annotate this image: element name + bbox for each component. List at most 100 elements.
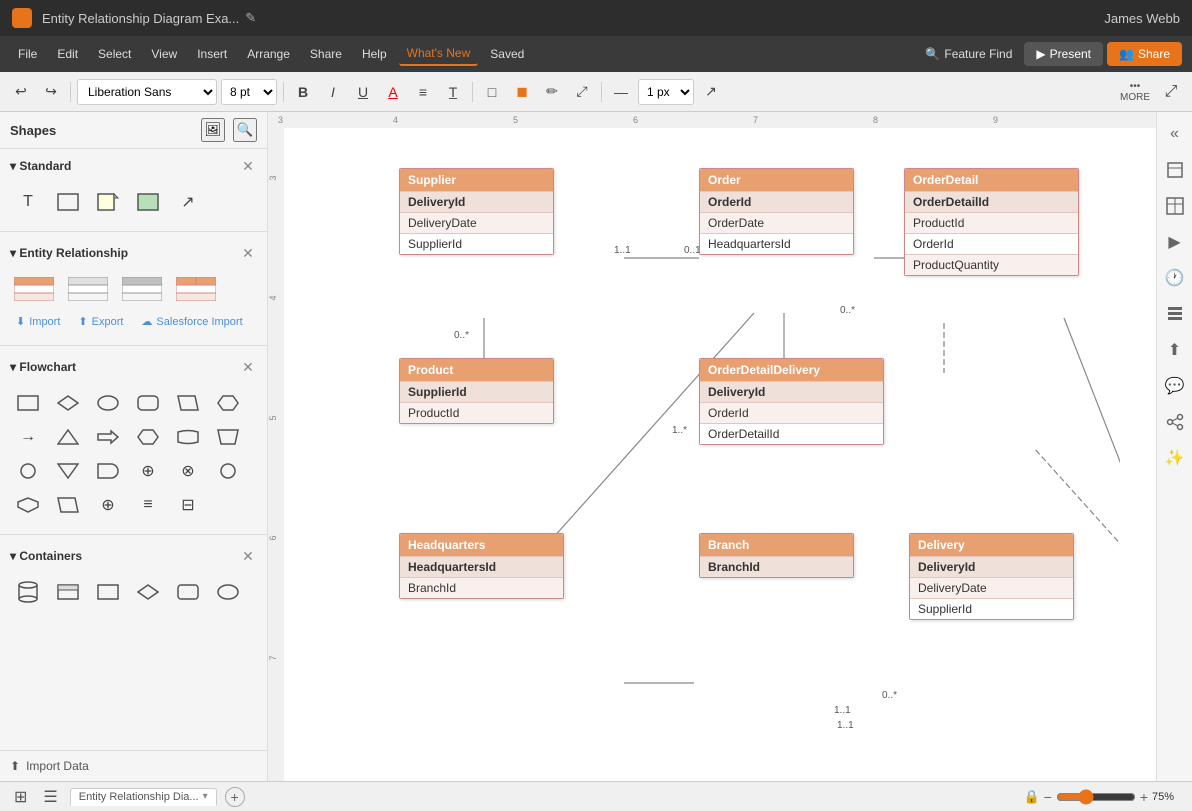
rp-collapse-icon[interactable]: « [1161,120,1189,148]
shape-colored-rect[interactable] [130,187,166,217]
er-shape-2[interactable] [64,274,112,304]
table-orderdetail[interactable]: OrderDetail OrderDetailId ProductId Orde… [904,168,1079,276]
fc-delay[interactable] [90,456,126,486]
rp-layers-icon[interactable] [1161,300,1189,328]
fc-cross[interactable]: ⊗ [170,456,206,486]
menu-share[interactable]: Share [302,43,350,65]
fc-rect[interactable] [10,388,46,418]
er-shape-1[interactable] [10,274,58,304]
bold-button[interactable]: B [290,79,316,105]
page-tab-1[interactable]: Entity Relationship Dia... ▾ [70,788,217,806]
rp-upload-icon[interactable]: ⬆ [1161,336,1189,364]
er-shape-3[interactable] [118,274,166,304]
menu-insert[interactable]: Insert [189,43,235,65]
shape-arrow[interactable]: ↗ [170,187,206,217]
italic-button[interactable]: I [320,79,346,105]
menu-select[interactable]: Select [90,43,139,65]
line-fill-button[interactable]: ◼ [509,79,535,105]
table-delivery[interactable]: Delivery DeliveryId DeliveryDate Supplie… [909,533,1074,620]
rp-clock-icon[interactable]: 🕐 [1161,264,1189,292]
undo-button[interactable]: ↩ [8,79,34,105]
sidebar-image-btn[interactable]: 🖼 [201,118,225,142]
cnt-diamond2[interactable] [130,577,166,607]
fill-color-button[interactable]: □ [479,79,505,105]
fc-arrow-right2[interactable] [90,422,126,452]
cnt-plain-rect[interactable] [90,577,126,607]
import-btn[interactable]: ⬇ Import [10,312,66,331]
menu-view[interactable]: View [143,43,185,65]
share-button[interactable]: 👥 Share [1107,42,1182,66]
table-product[interactable]: Product SupplierId ProductId [399,358,554,424]
rp-table-icon[interactable] [1161,192,1189,220]
cnt-oval2[interactable] [210,577,246,607]
font-size-select[interactable]: 8 pt [221,79,277,105]
salesforce-btn[interactable]: ☁ Salesforce Import [135,312,248,331]
menu-saved[interactable]: Saved [482,43,532,65]
er-close-btn[interactable]: ✕ [239,244,257,262]
table-branch[interactable]: Branch BranchId [699,533,854,578]
zoom-slider[interactable] [1056,789,1136,805]
rp-format-icon[interactable] [1161,156,1189,184]
rp-share2-icon[interactable] [1161,408,1189,436]
fc-oval[interactable] [90,388,126,418]
table-supplier[interactable]: Supplier DeliveryId DeliveryDate Supplie… [399,168,554,255]
sidebar-search-btn[interactable]: 🔍 [233,118,257,142]
font-color-button[interactable]: A [380,79,406,105]
menu-help[interactable]: Help [354,43,395,65]
fc-circle2[interactable] [10,456,46,486]
fc-plus2[interactable]: ⊕ [90,490,126,520]
import-data-btn[interactable]: ⬆ Import Data [10,759,257,773]
canvas-content[interactable]: 3 4 5 6 7 [268,128,1120,781]
fc-list[interactable]: ≡ [130,490,166,520]
stroke-color-button[interactable]: ✏ [539,79,565,105]
shape-rect[interactable] [50,187,86,217]
more-button[interactable]: ••• MORE [1116,79,1154,105]
fc-rounded-rect[interactable] [130,388,166,418]
zoom-minus-btn[interactable]: − [1044,789,1052,805]
text-format-button[interactable]: T̲ [440,79,466,105]
fc-circle3[interactable] [210,456,246,486]
table-headquarters[interactable]: Headquarters HeadquartersId BranchId [399,533,564,599]
fc-triangle[interactable] [50,422,86,452]
menu-file[interactable]: File [10,43,45,65]
rp-video-icon[interactable]: ▶ [1161,228,1189,256]
feature-find-btn[interactable]: 🔍 Feature Find [925,47,1012,61]
zoom-plus-btn[interactable]: + [1140,789,1148,805]
line-style-button[interactable]: — [608,79,634,105]
fc-diamond[interactable] [50,388,86,418]
fc-hexagon[interactable] [210,388,246,418]
menu-arrange[interactable]: Arrange [239,43,298,65]
fc-plus[interactable]: ⊕ [130,456,166,486]
fc-shield[interactable] [10,490,46,520]
menu-edit[interactable]: Edit [49,43,86,65]
er-shape-4[interactable] [172,274,220,304]
containers-close-btn[interactable]: ✕ [239,547,257,565]
waypoint-button[interactable]: ↗ [698,79,724,105]
connection-style-button[interactable]: ⤢ [569,79,595,105]
font-family-select[interactable]: Liberation Sans [77,79,217,105]
flowchart-close-btn[interactable]: ✕ [239,358,257,376]
fc-tape[interactable] [170,422,206,452]
redo-button[interactable]: ↪ [38,79,64,105]
cnt-rect-h[interactable] [50,577,86,607]
add-page-btn[interactable]: + [225,787,245,807]
fc-inv-triangle[interactable] [50,456,86,486]
shape-text[interactable]: T [10,187,46,217]
table-order[interactable]: Order OrderId OrderDate HeadquartersId [699,168,854,255]
rp-wand-icon[interactable]: ✨ [1161,444,1189,472]
cnt-cylinder[interactable] [10,577,46,607]
shape-note[interactable] [90,187,126,217]
line-width-select[interactable]: 1 px [638,79,694,105]
expand-button[interactable]: ⤢ [1158,79,1184,105]
fc-trapezoid[interactable] [210,422,246,452]
rp-comment-icon[interactable]: 💬 [1161,372,1189,400]
present-button[interactable]: ▶ Present [1024,42,1103,66]
fc-parallelogram[interactable] [170,388,206,418]
fc-arrow-r[interactable]: → [10,422,46,452]
grid-view-btn[interactable]: ⊞ [10,785,31,809]
underline-button[interactable]: U [350,79,376,105]
export-btn[interactable]: ⬆ Export [72,312,129,331]
align-button[interactable]: ≡ [410,79,436,105]
fc-parallelogram2[interactable] [50,490,86,520]
fc-list2[interactable]: ⊟ [170,490,206,520]
